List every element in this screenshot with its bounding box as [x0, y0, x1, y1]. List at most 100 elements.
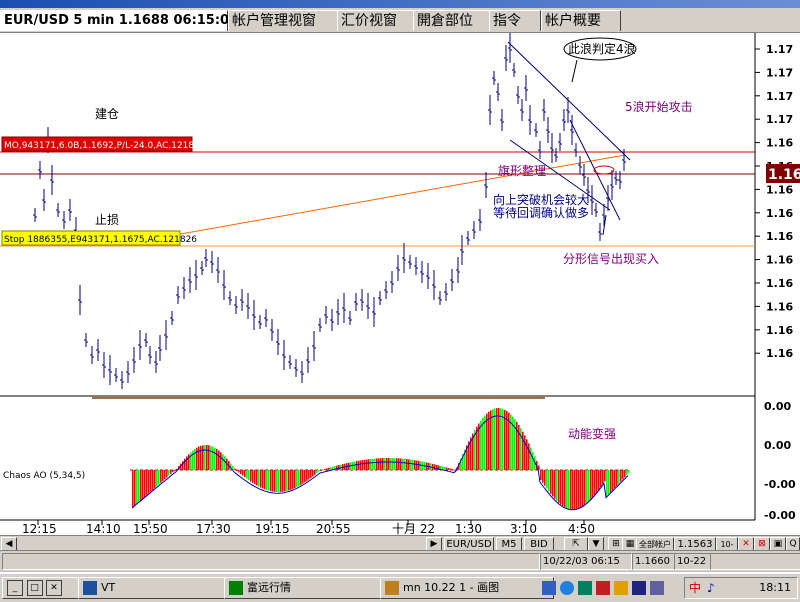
ao-bar: [364, 459, 366, 470]
price-label: 1.16: [766, 137, 793, 150]
ao-bar: [620, 470, 622, 482]
current-price-label: 1.16: [768, 167, 800, 183]
price-label: 1.16: [766, 324, 793, 337]
ao-bar: [434, 464, 436, 470]
quick-launch-bar: [540, 578, 680, 598]
ie-icon[interactable]: [560, 581, 574, 595]
ao-bar: [136, 470, 138, 505]
app-icon-4[interactable]: [596, 581, 610, 595]
time-axis: 12:15 14:10 15:50 17:30 19:15 20:55 十月 22 1:30 3…: [22, 520, 595, 535]
indicator-axis: 0.00 0.00 -0.00 -0.00: [764, 400, 796, 522]
ao-bar: [134, 470, 136, 507]
ao-bar: [224, 456, 226, 470]
ao-bar: [564, 470, 566, 508]
status-date: 10-22: [674, 553, 712, 570]
ao-bar: [502, 408, 504, 470]
ao-bar: [586, 470, 588, 504]
taskbar-item-quotes[interactable]: 富远行情: [224, 577, 398, 599]
ao-bar: [552, 470, 554, 497]
app-icon-7[interactable]: [650, 581, 664, 595]
ao-bar: [290, 470, 292, 490]
ao-bar: [288, 470, 290, 491]
app-icon-6[interactable]: [632, 581, 646, 595]
app-icon-3[interactable]: [578, 581, 592, 595]
ao-bar: [404, 458, 406, 470]
ao-bar: [382, 458, 384, 470]
ao-bar: [490, 410, 492, 470]
minimize-icon[interactable]: _: [7, 580, 23, 596]
tab-account-summary[interactable]: 帐户概要: [541, 10, 621, 31]
ao-bar: [192, 450, 194, 470]
ao-bar: [454, 469, 456, 471]
ao-bar: [594, 470, 596, 496]
ao-bar: [174, 470, 176, 471]
tab-eurusd-chart[interactable]: EUR/USD 5 min 1.1688 06:15:00: [0, 10, 238, 31]
ao-bar: [354, 461, 356, 470]
taskbar-window-controls[interactable]: _ □ ✕: [2, 577, 80, 599]
ao-bar: [492, 409, 494, 470]
ao-bar: [330, 467, 332, 470]
price-label: 1.16: [766, 300, 793, 313]
ao-bar: [572, 470, 574, 510]
taskbar-item-paint-label: mn 10.22 1 - 画图: [403, 581, 500, 594]
ao-bar: [528, 443, 530, 470]
ao-bar: [418, 460, 420, 470]
ime-icon[interactable]: 中: [689, 581, 703, 595]
annotation-momentum: 动能变强: [568, 426, 616, 441]
price-label: 1.17: [766, 113, 793, 126]
ao-bar: [550, 470, 552, 494]
tab-price-window[interactable]: 汇价视窗: [337, 10, 417, 31]
ao-bar: [386, 458, 388, 470]
ao-bar: [356, 461, 358, 470]
ao-bar: [574, 470, 576, 510]
ao-bar: [558, 470, 560, 503]
ao-bar: [216, 449, 218, 470]
outlook-icon[interactable]: [542, 581, 556, 595]
tab-orders[interactable]: 指令: [489, 10, 541, 31]
restore-icon[interactable]: □: [26, 580, 43, 596]
price-label: 1.16: [766, 254, 793, 267]
ao-bar: [144, 470, 146, 498]
ao-bar: [390, 458, 392, 470]
ao-bar: [170, 470, 172, 474]
ao-bar: [154, 470, 156, 489]
ao-bar: [598, 470, 600, 490]
price-chart[interactable]: 1.17 1.17 1.17 1.17 1.16 1.16 1.16 1.16 1.16 1.16…: [0, 33, 800, 535]
chart-scrollbar[interactable]: ◀ ▶ EUR/USD M5 BID ⇱ ▼ ⊞ ▦ 全部帐户 1.1563 1…: [0, 535, 800, 562]
close-icon[interactable]: ✕: [46, 580, 62, 596]
ao-bar: [182, 461, 184, 470]
time-label: 十月 22: [392, 522, 435, 535]
taskbar-item-paint[interactable]: mn 10.22 1 - 画图: [380, 577, 554, 599]
ao-bar: [406, 459, 408, 470]
ao-bar: [540, 470, 542, 480]
tab-account-management[interactable]: 帐户管理视窗: [228, 10, 340, 31]
status-price: 1.1660: [632, 553, 676, 570]
ao-bar: [494, 408, 496, 470]
ao-bar: [368, 459, 370, 470]
ao-bar: [410, 459, 412, 470]
ao-bar: [256, 470, 258, 486]
ao-bar: [568, 470, 570, 510]
ao-bar: [248, 470, 250, 481]
ao-bar: [156, 470, 158, 487]
app-icon-5[interactable]: [614, 581, 628, 595]
chart-app-icon: [229, 581, 243, 595]
ao-bar: [376, 458, 378, 470]
clock: 18:11: [759, 581, 791, 594]
status-message-field: [2, 553, 540, 570]
volume-icon[interactable]: ♪: [707, 581, 721, 595]
tab-open-positions[interactable]: 開倉部位: [413, 10, 493, 31]
ao-bar: [278, 470, 280, 492]
ao-bar: [324, 468, 326, 470]
time-label: 3:10: [510, 522, 537, 535]
ao-bar: [148, 470, 150, 494]
ao-bar: [296, 470, 298, 488]
ao-bar: [616, 470, 618, 486]
ao-bar: [570, 470, 572, 510]
taskbar-item-vt[interactable]: VT: [78, 577, 242, 599]
ao-bar: [544, 470, 546, 486]
indicator-label: 0.00: [764, 439, 791, 452]
ao-bar: [310, 470, 312, 478]
ao-bar: [588, 470, 590, 502]
ao-bar: [436, 464, 438, 470]
